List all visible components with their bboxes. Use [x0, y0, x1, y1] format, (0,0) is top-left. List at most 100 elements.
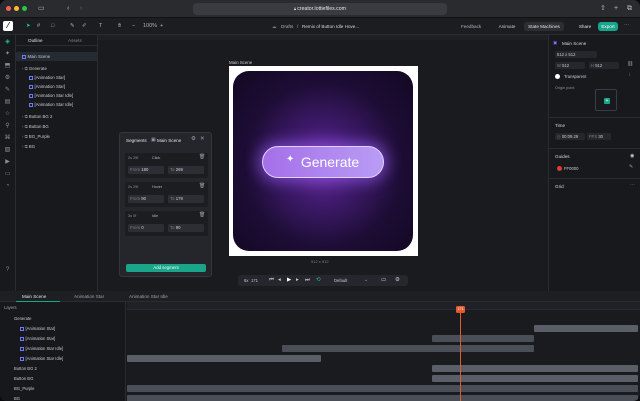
- more-icon[interactable]: ⋯: [624, 18, 630, 35]
- code-icon[interactable]: ⌘: [4, 135, 11, 142]
- segment-name[interactable]: Click: [152, 156, 160, 160]
- layer-row[interactable]: Button BG 2: [0, 364, 126, 374]
- pencil-tool-icon[interactable]: ✐: [82, 18, 87, 35]
- tab-assets[interactable]: Assets: [68, 38, 82, 43]
- generate-button-preview[interactable]: Generate: [262, 146, 384, 178]
- layer-row[interactable]: [Animation Star Idle]: [0, 354, 126, 364]
- skip-start-icon[interactable]: ⏮: [269, 277, 274, 284]
- layer-bar[interactable]: [282, 345, 534, 352]
- zoom-out-icon[interactable]: −: [132, 18, 135, 35]
- trash-icon[interactable]: 🗑︎: [199, 154, 205, 160]
- step-back-icon[interactable]: ◂: [278, 277, 281, 283]
- feedback-button[interactable]: Feedback: [461, 18, 481, 35]
- skip-end-icon[interactable]: ⏭: [305, 277, 310, 284]
- tab-outline[interactable]: Outline: [28, 38, 43, 43]
- layer-row[interactable]: Button BG: [0, 374, 126, 384]
- width-input[interactable]: W 512: [555, 62, 585, 69]
- tree-row-bg[interactable]: › ⧉ BG: [16, 142, 98, 151]
- tree-row-animation-star[interactable]: [Animation Star]: [16, 82, 98, 91]
- segment-to-input[interactable]: To 269: [168, 166, 204, 174]
- components-icon[interactable]: ✦: [4, 51, 11, 58]
- tree-row-button-bg[interactable]: › ⧉ Button BG: [16, 122, 98, 131]
- fps-input[interactable]: FPS 30: [587, 133, 611, 140]
- segment-item[interactable]: 3s 0f Idle 🗑︎ From 0 To 90: [125, 211, 208, 236]
- new-tab-icon[interactable]: +: [614, 0, 618, 18]
- current-frame[interactable]: 171: [251, 278, 258, 283]
- back-icon[interactable]: ‹: [67, 0, 69, 18]
- step-forward-icon[interactable]: ▸: [296, 277, 299, 283]
- tree-row-animation-star-idle[interactable]: [Animation Star Idle]: [16, 100, 98, 109]
- timeline-track[interactable]: [127, 302, 640, 401]
- height-input[interactable]: H 512: [589, 62, 619, 69]
- state-machines-tab[interactable]: State Machines: [524, 22, 564, 31]
- add-segment-button[interactable]: Add segment: [126, 264, 206, 272]
- tree-row-animation-star-idle[interactable]: [Animation Star Idle]: [16, 91, 98, 100]
- image-icon[interactable]: ▨: [4, 147, 11, 154]
- origin-center-icon[interactable]: +: [604, 98, 610, 104]
- breadcrumb-drafts[interactable]: Drafts: [281, 18, 293, 35]
- pen-tool-icon[interactable]: ✎: [70, 18, 75, 35]
- settings-icon[interactable]: ⚙: [395, 277, 400, 283]
- share-button[interactable]: Share: [574, 22, 596, 31]
- layer-row[interactable]: [Animation Star]: [0, 334, 126, 344]
- segment-from-input[interactable]: From 90: [128, 195, 164, 203]
- segment-from-input[interactable]: From 180: [128, 166, 164, 174]
- bg-color-swatch[interactable]: [555, 74, 560, 79]
- segment-from-input[interactable]: From 0: [128, 224, 164, 232]
- shape-tool-icon[interactable]: □: [51, 18, 54, 35]
- minimize-window-button[interactable]: [14, 6, 19, 11]
- frame-tool-icon[interactable]: #: [37, 18, 40, 35]
- tree-row-button-bg-2[interactable]: › ⧉ Button BG 2: [16, 112, 98, 121]
- sidebar-toggle-icon[interactable]: ▭: [38, 0, 45, 18]
- folder-icon[interactable]: ▭: [4, 171, 11, 178]
- trash-icon[interactable]: 🗑︎: [199, 212, 205, 218]
- layer-bar[interactable]: [127, 395, 638, 401]
- segment-name[interactable]: Hover: [152, 185, 162, 189]
- help-icon[interactable]: ?: [4, 267, 11, 274]
- text-tool-icon[interactable]: T: [99, 18, 102, 35]
- layer-bar[interactable]: [432, 335, 534, 342]
- background-value[interactable]: Transparent: [562, 73, 622, 80]
- segment-item[interactable]: 2s 29f Hover 🗑︎ From 90 To 179: [125, 182, 208, 207]
- playback-speed[interactable]: 6x: [244, 278, 248, 283]
- segment-to-input[interactable]: To 90: [168, 224, 204, 232]
- segment-to-input[interactable]: To 179: [168, 195, 204, 203]
- layer-bar[interactable]: [534, 325, 638, 332]
- layer-bar[interactable]: [127, 355, 321, 362]
- eyedropper-icon[interactable]: ✎: [629, 164, 633, 170]
- animate-mode-tab[interactable]: Animate: [492, 22, 522, 31]
- library-icon[interactable]: ▤: [4, 99, 11, 106]
- layers-icon[interactable]: ◈: [4, 39, 11, 46]
- tree-row-generate[interactable]: › ⧉ Generate: [16, 64, 98, 73]
- tab-animation-star-idle[interactable]: Animation Star Idle: [129, 291, 168, 302]
- chevron-down-icon[interactable]: ⌄: [364, 277, 368, 283]
- close-window-button[interactable]: [6, 6, 11, 11]
- tree-row-main-scene[interactable]: Main Scene: [16, 52, 98, 61]
- tabs-overview-icon[interactable]: ⧉: [627, 0, 632, 18]
- playhead-handle[interactable]: 171: [456, 306, 465, 313]
- trash-icon[interactable]: 🗑︎: [199, 183, 205, 189]
- more-icon[interactable]: ⋯: [630, 182, 635, 188]
- segments-scene[interactable]: Main Scene: [157, 138, 181, 143]
- eye-icon[interactable]: ◉: [630, 153, 634, 159]
- zoom-in-icon[interactable]: +: [160, 18, 163, 35]
- lottie-logo[interactable]: ⁄: [3, 21, 13, 31]
- zoom-window-button[interactable]: [22, 6, 27, 11]
- zoom-level[interactable]: 100%: [143, 18, 157, 35]
- segment-item[interactable]: 2s 29f Click 🗑︎ From 180 To 269: [125, 153, 208, 178]
- layer-row[interactable]: BG_Purple: [0, 384, 126, 394]
- lock-ratio-icon[interactable]: ⛓︎: [627, 61, 633, 67]
- size-preset-select[interactable]: 512 x 512: [555, 51, 597, 58]
- layer-bar[interactable]: [432, 365, 638, 372]
- tree-row-animation-star[interactable]: [Animation Star]: [16, 73, 98, 82]
- share-icon[interactable]: ⇧: [600, 0, 606, 18]
- link-icon[interactable]: ⚲: [4, 123, 11, 130]
- preview-icon[interactable]: ▭: [381, 277, 386, 283]
- tree-row-bg-purple[interactable]: › ⧉ BG_Purple: [16, 132, 98, 141]
- forward-icon[interactable]: ›: [80, 0, 82, 18]
- play-icon[interactable]: ▶: [287, 277, 291, 283]
- hand-tool-icon[interactable]: ✋︎: [118, 18, 121, 35]
- layer-row[interactable]: [Animation Star]: [0, 324, 126, 334]
- chat-icon[interactable]: ◔: [4, 183, 11, 190]
- assets-icon[interactable]: ⬒: [4, 63, 11, 70]
